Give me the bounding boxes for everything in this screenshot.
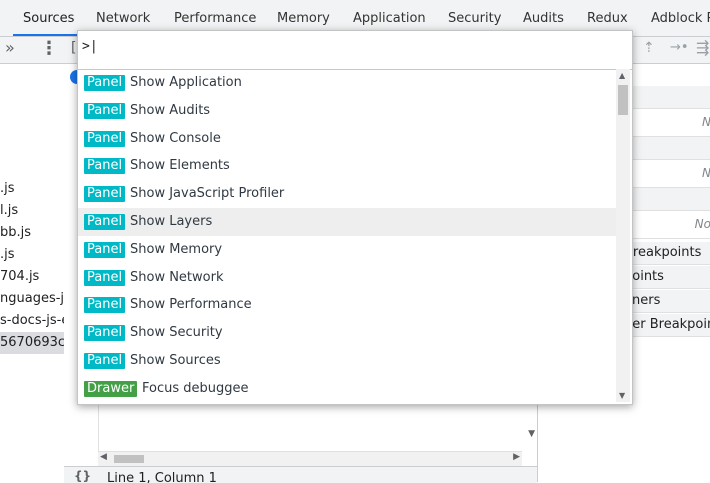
- command-item-label: Show Audits: [130, 102, 211, 118]
- command-input[interactable]: >|: [82, 39, 622, 61]
- command-item[interactable]: Panel Show Layers: [78, 208, 616, 236]
- command-item[interactable]: Drawer Focus debuggee: [78, 375, 616, 403]
- command-item[interactable]: Panel Show Sources: [78, 347, 616, 375]
- nav-file-item[interactable]: nguages-js-: [0, 288, 64, 310]
- scroll-left-arrow-icon[interactable]: ◀: [100, 452, 107, 462]
- command-category-badge: Panel: [84, 75, 126, 91]
- command-item-label: Show Layers: [130, 214, 213, 229]
- command-item[interactable]: Panel Show Performance: [78, 291, 616, 319]
- command-item[interactable]: Panel Show Elements: [78, 152, 616, 180]
- command-item-label: Show Memory: [130, 241, 223, 257]
- command-category-badge: Panel: [84, 297, 126, 314]
- command-category-badge: Panel: [84, 241, 126, 258]
- tab-sources[interactable]: Sources: [12, 0, 85, 36]
- command-menu: >| Panel Show Application Panel Show Audits…: [77, 30, 633, 405]
- command-item[interactable]: Panel Show Console: [78, 125, 616, 153]
- command-category-badge: Panel: [84, 130, 126, 147]
- step-out-icon[interactable]: ⇡: [643, 40, 655, 56]
- nav-file-item-selected[interactable]: 5670693ca: [0, 332, 64, 354]
- command-scrollbar-thumb[interactable]: [618, 85, 628, 115]
- scroll-down-arrow-icon[interactable]: ▼: [619, 391, 625, 400]
- command-item[interactable]: Panel Show Network: [78, 264, 616, 292]
- horizontal-scrollbar[interactable]: ◀ ▶: [98, 451, 522, 466]
- command-category-badge: Panel: [84, 325, 126, 342]
- editor-status-bar: {} Line 1, Column 1: [64, 466, 537, 483]
- scroll-up-arrow-icon[interactable]: ▲: [619, 71, 625, 80]
- command-item[interactable]: Panel Show Audits: [78, 97, 616, 125]
- toggle-navigator-icon[interactable]: [: [71, 40, 76, 56]
- command-list-scrollbar[interactable]: ▲ ▼: [616, 69, 630, 402]
- command-category-badge: Panel: [84, 158, 126, 175]
- step-icon[interactable]: →•: [670, 40, 689, 55]
- more-panels-icon[interactable]: »: [5, 38, 15, 57]
- nav-file-item[interactable]: bb.js: [0, 222, 31, 244]
- command-item-label: Show Application: [130, 75, 242, 90]
- command-category-badge: Panel: [84, 353, 126, 369]
- nav-file-item[interactable]: .js: [0, 244, 15, 266]
- command-input-wrapper: >|: [78, 31, 632, 70]
- scroll-down-arrow-icon[interactable]: ▼: [528, 429, 535, 439]
- pretty-print-icon[interactable]: {}: [74, 469, 91, 483]
- kebab-menu-icon[interactable]: ⋮: [40, 38, 58, 60]
- command-category-badge: Panel: [84, 214, 126, 230]
- command-item[interactable]: Panel Show Security: [78, 319, 616, 347]
- command-item[interactable]: Panel Show Application: [78, 69, 616, 97]
- cursor-position: Line 1, Column 1: [107, 471, 217, 483]
- command-item-label: Show Elements: [130, 158, 230, 174]
- file-navigator: .js l.js bb.js .js 704.js nguages-js- s-…: [0, 64, 65, 482]
- command-item-label: Show JavaScript Profiler: [130, 186, 285, 202]
- command-item[interactable]: Panel Show Memory: [78, 236, 616, 264]
- scroll-right-arrow-icon[interactable]: ▶: [513, 452, 520, 462]
- nav-file-item[interactable]: l.js: [0, 200, 18, 222]
- nav-file-item[interactable]: 704.js: [0, 266, 39, 288]
- command-category-badge: Panel: [84, 269, 126, 286]
- command-item-label: Focus debuggee: [142, 380, 249, 396]
- deactivate-breakpoints-icon[interactable]: ⇶: [696, 38, 709, 57]
- command-list: Panel Show Application Panel Show Audits Pan…: [78, 69, 616, 404]
- nav-file-item[interactable]: s-docs-js-e: [0, 310, 64, 332]
- command-category-badge: Panel: [84, 102, 126, 119]
- command-item-label: Show Console: [130, 130, 221, 146]
- horizontal-scrollbar-thumb[interactable]: [114, 455, 144, 463]
- tab-adblock[interactable]: Adblock P: [651, 0, 710, 36]
- command-item-label: Show Network: [130, 269, 224, 285]
- command-item[interactable]: Panel Show JavaScript Profiler: [78, 180, 616, 208]
- nav-file-item[interactable]: .js: [0, 178, 15, 200]
- command-category-badge: Drawer: [84, 380, 138, 397]
- command-category-badge: Panel: [84, 186, 126, 203]
- command-item-label: Show Sources: [130, 353, 221, 368]
- command-item-label: Show Security: [130, 325, 223, 341]
- command-item-label: Show Performance: [130, 297, 252, 313]
